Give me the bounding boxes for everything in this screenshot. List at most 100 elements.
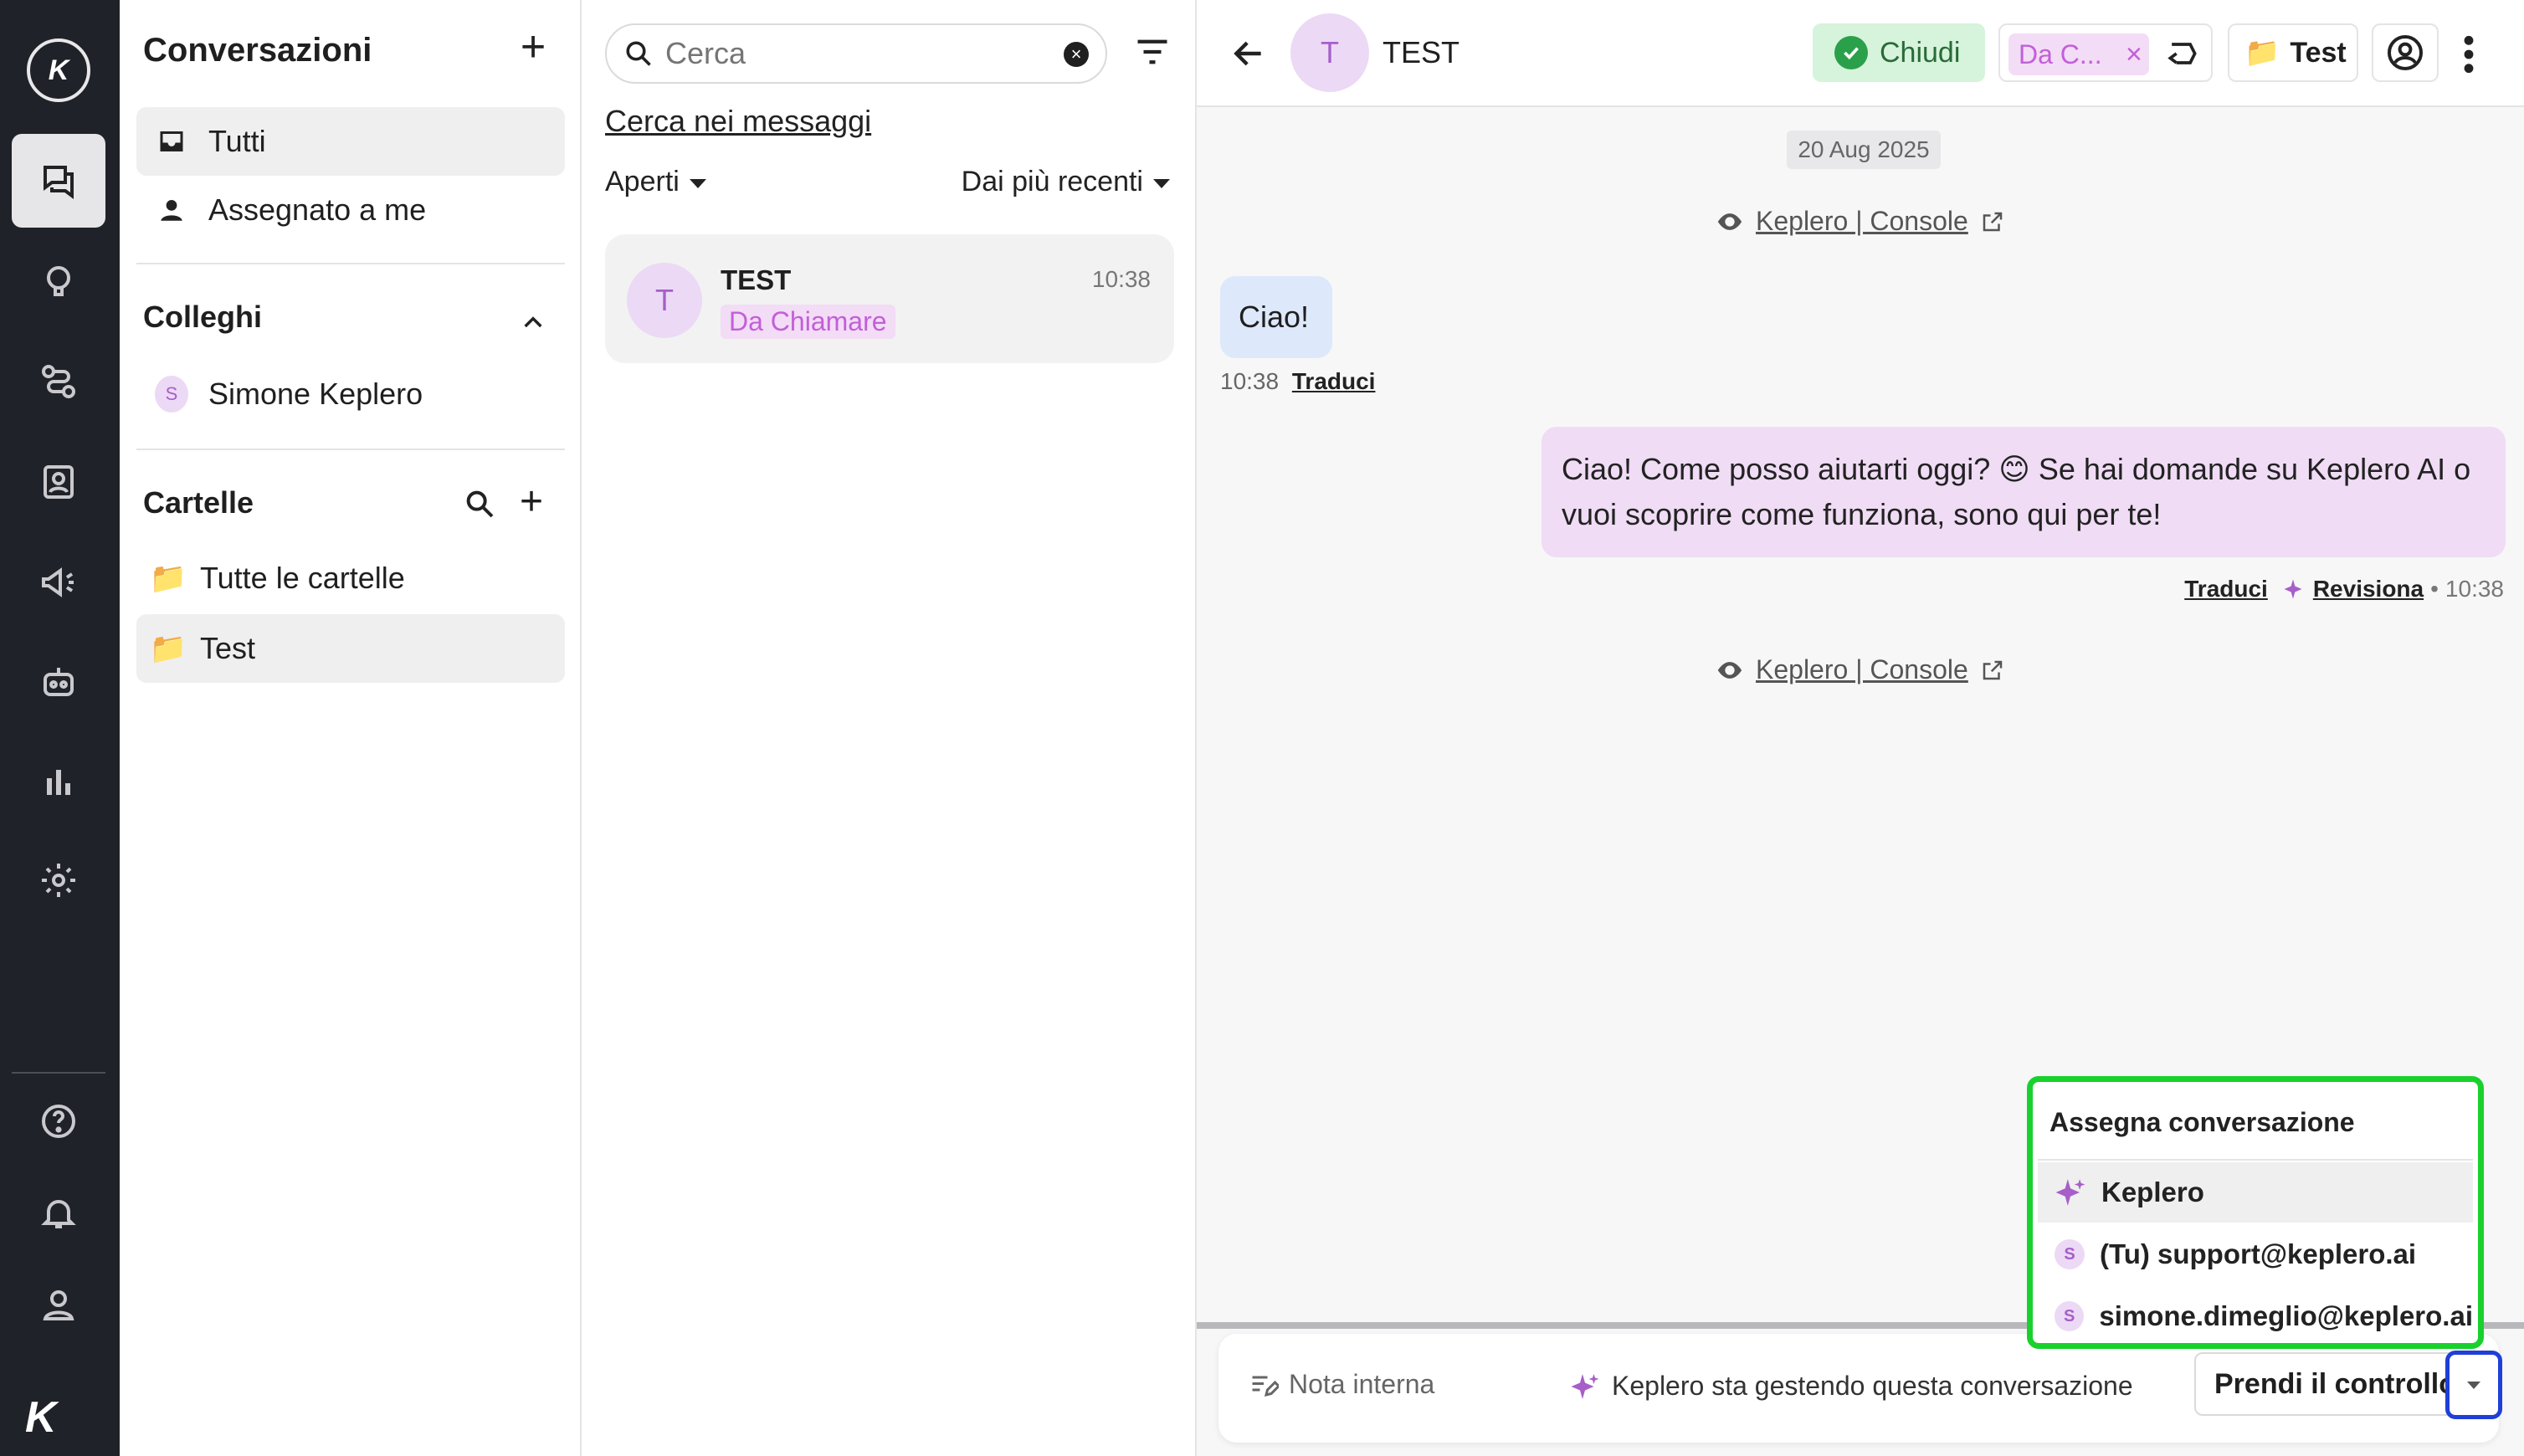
eye-icon <box>1717 661 1742 679</box>
conversation-tag: Da Chiamare <box>721 305 895 339</box>
menu-divider <box>2038 1159 2473 1161</box>
rail-analytics-icon[interactable] <box>12 735 105 828</box>
translate-link[interactable]: Traduci <box>1292 368 1376 394</box>
internal-note-button[interactable]: Nota interna <box>1249 1369 1434 1400</box>
rail-flows-icon[interactable] <box>12 335 105 428</box>
rail-settings-icon[interactable] <box>12 833 105 927</box>
close-label: Chiudi <box>1880 36 1961 69</box>
date-separator: 20 Aug 2025 <box>1787 131 1941 169</box>
search-input[interactable] <box>665 36 1050 71</box>
folders-heading: Cartelle <box>143 485 254 520</box>
message-time: 10:38 <box>1220 368 1280 394</box>
sparkle-icon <box>1571 1373 1599 1399</box>
clear-search-icon[interactable]: × <box>1064 42 1089 67</box>
rail-contacts-icon[interactable] <box>12 435 105 529</box>
rail-help-icon[interactable] <box>12 1074 105 1168</box>
tag-swap-icon[interactable] <box>2164 37 2201 70</box>
colleague-name: Simone Keplero <box>208 377 423 411</box>
folder-icon: 📁 <box>149 561 187 595</box>
system-link[interactable]: Keplero | Console <box>1716 654 2005 685</box>
assign-user-button[interactable] <box>2372 23 2439 82</box>
search-folders-icon[interactable] <box>463 487 496 520</box>
external-link-icon <box>1983 660 2003 679</box>
avatar: S <box>155 376 188 413</box>
option-label: Keplero <box>2101 1177 2204 1207</box>
sidebar-divider <box>136 263 565 264</box>
tag-selector[interactable]: Da C... × <box>1998 23 2213 82</box>
message-time: 10:38 <box>2444 576 2504 602</box>
chat-header: T TEST Chiudi Da C... × 📁 Test <box>1197 0 2524 107</box>
option-label: simone.dimeglio@keplero.ai <box>2099 1300 2473 1331</box>
take-control-dropdown-button[interactable] <box>2445 1351 2502 1419</box>
new-conversation-button[interactable]: + <box>516 25 550 69</box>
assign-conversation-menu: Assegna conversazione Keplero S (Tu) sup… <box>2027 1076 2484 1349</box>
assign-option-keplero[interactable]: Keplero <box>2038 1162 2473 1223</box>
avatar: T <box>627 263 702 338</box>
incoming-message: Ciao! <box>1220 276 1332 358</box>
conversation-item[interactable]: T TEST 10:38 Da Chiamare <box>605 234 1174 363</box>
avatar: T <box>1290 13 1369 92</box>
caret-down-icon <box>1153 178 1170 188</box>
rail-campaigns-icon[interactable] <box>12 536 105 629</box>
brand-logo-icon: K <box>25 1393 57 1442</box>
system-link[interactable]: Keplero | Console <box>1716 206 2005 237</box>
assign-option-simone[interactable]: S simone.dimeglio@keplero.ai <box>2038 1286 2473 1346</box>
search-box[interactable]: × <box>605 23 1107 84</box>
sparkle-icon <box>2055 1179 2085 1206</box>
colleagues-heading: Colleghi <box>143 300 262 334</box>
status-filter-dropdown[interactable]: Aperti <box>605 166 706 198</box>
rail-bot-icon[interactable] <box>12 636 105 730</box>
note-edit-icon <box>1252 1376 1279 1397</box>
status-filter-label: Aperti <box>605 166 680 197</box>
folder-icon: 📁 <box>2244 37 2280 69</box>
more-options-icon[interactable] <box>2460 33 2477 75</box>
rail-divider <box>12 1072 105 1074</box>
revise-link[interactable]: Revisiona <box>2313 576 2424 602</box>
rail-profile-icon[interactable] <box>12 1259 105 1352</box>
sidebar-divider <box>136 449 565 450</box>
sidebar-item-all[interactable]: Tutti <box>136 107 565 176</box>
app-logo[interactable]: K <box>27 38 90 102</box>
assign-option-support[interactable]: S (Tu) support@keplero.ai <box>2038 1224 2473 1284</box>
conversation-name: TEST <box>721 264 792 295</box>
folder-label: Test <box>2290 36 2347 69</box>
chat-panel: T TEST Chiudi Da C... × 📁 Test 20 Aug 20… <box>1197 0 2524 1456</box>
system-link-label[interactable]: Keplero | Console <box>1756 654 1968 685</box>
menu-title: Assegna conversazione <box>2049 1107 2355 1137</box>
filter-icon[interactable] <box>1135 37 1170 67</box>
ai-status-text: Keplero sta gestendo questa conversazion… <box>1612 1371 2133 1401</box>
external-link-icon <box>1983 212 2003 231</box>
sort-label: Dai più recenti <box>961 166 1143 197</box>
internal-note-label: Nota interna <box>1289 1369 1435 1399</box>
folder-item-test[interactable]: 📁 Test <box>136 614 565 683</box>
system-link-label[interactable]: Keplero | Console <box>1756 206 1968 237</box>
translate-link[interactable]: Traduci <box>2184 576 2268 602</box>
person-icon <box>155 193 188 227</box>
sort-dropdown[interactable]: Dai più recenti <box>962 166 1170 198</box>
search-in-messages-link[interactable]: Cerca nei messaggi <box>605 104 871 139</box>
folder-label: Tutte le cartelle <box>200 561 405 595</box>
outgoing-message-meta: Traduci Revisiona • 10:38 <box>2184 576 2504 602</box>
add-folder-button[interactable]: + <box>520 482 543 522</box>
folder-button[interactable]: 📁 Test <box>2228 23 2358 82</box>
close-conversation-button[interactable]: Chiudi <box>1813 23 1985 82</box>
rail-notifications-icon[interactable] <box>12 1166 105 1260</box>
avatar: S <box>2055 1301 2085 1331</box>
folder-label: Test <box>200 631 256 665</box>
remove-tag-icon[interactable]: × <box>2126 33 2142 75</box>
incoming-message-meta: 10:38 Traduci <box>1220 368 1375 395</box>
take-control-button[interactable]: Prendi il controllo <box>2194 1352 2486 1416</box>
rail-knowledge-icon[interactable] <box>12 234 105 328</box>
check-icon <box>1834 36 1868 69</box>
avatar: S <box>2055 1239 2085 1269</box>
folder-item-all[interactable]: 📁 Tutte le cartelle <box>136 544 565 613</box>
caret-down-icon <box>689 178 706 188</box>
colleague-item[interactable]: S Simone Keplero <box>136 360 565 428</box>
app-rail: K K <box>0 0 120 1456</box>
rail-conversations-icon[interactable] <box>12 134 105 228</box>
conversation-time: 10:38 <box>1091 266 1151 292</box>
sidebar-item-assigned-to-me[interactable]: Assegnato a me <box>136 176 565 244</box>
chevron-up-icon[interactable] <box>520 310 546 336</box>
back-arrow-icon[interactable] <box>1230 35 1267 72</box>
caret-down-icon <box>2467 1381 2480 1389</box>
